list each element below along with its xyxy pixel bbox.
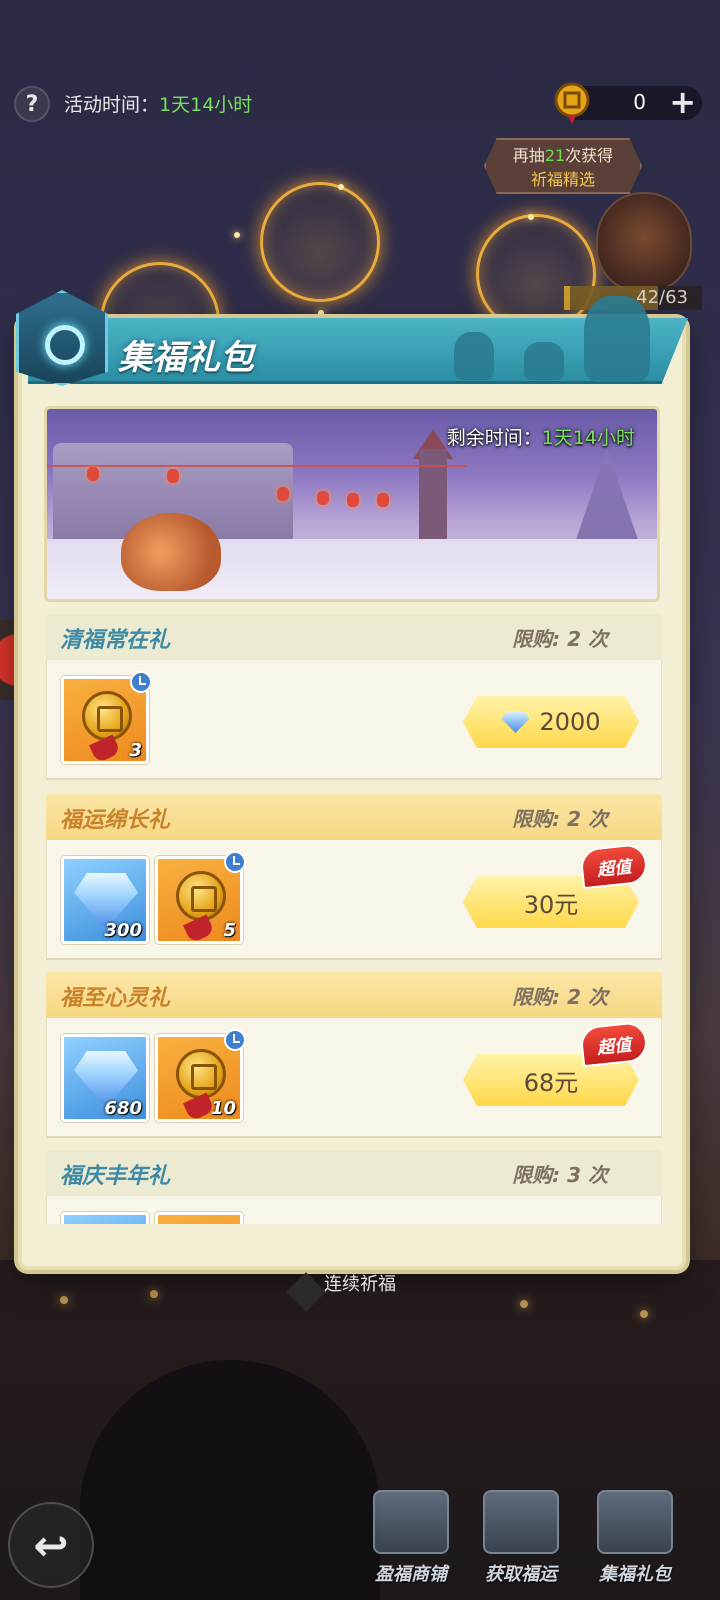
offer-header: 清福常在礼 限购: 2 次 bbox=[46, 614, 662, 660]
offer-name: 福运绵长礼 bbox=[60, 808, 171, 833]
shop-chest-icon bbox=[373, 1490, 449, 1554]
event-time-label: 活动时间： bbox=[64, 94, 160, 116]
offer-name: 清福常在礼 bbox=[60, 628, 171, 653]
value-badge: 超值 bbox=[579, 842, 649, 890]
clock-icon bbox=[224, 851, 246, 873]
price-label: 2000 bbox=[539, 708, 601, 736]
banner-lantern bbox=[377, 493, 389, 507]
draw-reward-tip: 再抽21次获得 祈福精选 bbox=[484, 138, 642, 194]
price-label: 30元 bbox=[523, 890, 579, 919]
banner-mascot bbox=[121, 513, 221, 591]
draw-tip-suffix: 次获得 bbox=[565, 146, 614, 165]
offer-body: 3 2000 bbox=[46, 660, 662, 780]
header-decoration bbox=[444, 296, 684, 386]
price-label: 68元 bbox=[523, 1068, 579, 1097]
currency-amount: 0 bbox=[633, 90, 646, 114]
panel-title: 集福礼包 bbox=[118, 338, 254, 378]
offer-item[interactable]: 5 bbox=[155, 851, 246, 944]
sparkle bbox=[338, 184, 344, 190]
banner-lantern bbox=[277, 487, 289, 501]
offer-fuqing: 福庆丰年礼 限购: 3 次 bbox=[46, 1150, 662, 1224]
banner-lantern bbox=[347, 493, 359, 507]
nav-label: 获取福运 bbox=[485, 1564, 557, 1585]
nav-shop[interactable]: 盈福商铺 bbox=[356, 1490, 466, 1590]
clock-icon bbox=[130, 671, 152, 693]
lucky-coin-icon bbox=[176, 1049, 226, 1099]
offer-name: 福庆丰年礼 bbox=[60, 1164, 171, 1189]
event-time-value: 1天14小时 bbox=[159, 94, 253, 116]
item-qty: 5 bbox=[223, 920, 236, 941]
item-qty: 3 bbox=[129, 740, 142, 761]
add-currency-button[interactable]: + bbox=[669, 86, 696, 118]
currency-bar: 0 + bbox=[554, 82, 702, 124]
item-qty: 10 bbox=[210, 1098, 236, 1119]
offer-limit: 限购: 2 次 bbox=[512, 627, 608, 651]
offer-item[interactable]: 680 bbox=[61, 1034, 149, 1122]
offer-name: 福至心灵礼 bbox=[60, 986, 171, 1011]
offer-item[interactable]: 10 bbox=[155, 1029, 246, 1122]
eye-icon bbox=[45, 325, 85, 365]
remaining-time-label: 剩余时间： bbox=[446, 427, 542, 449]
offer-header: 福庆丰年礼 限购: 3 次 bbox=[46, 1150, 662, 1196]
sparkle bbox=[318, 310, 324, 316]
lucky-coin-icon bbox=[554, 82, 590, 124]
nav-label: 盈福商铺 bbox=[375, 1564, 447, 1585]
buy-button[interactable]: 2000 bbox=[463, 696, 639, 748]
continuous-pray-label[interactable]: 连续祈福 bbox=[0, 1270, 720, 1296]
offer-item[interactable] bbox=[61, 1212, 149, 1224]
event-banner: 剩余时间：1天14小时 bbox=[44, 406, 660, 602]
offer-header: 福运绵长礼 限购: 2 次 bbox=[46, 794, 662, 840]
offer-item[interactable]: 300 bbox=[61, 856, 149, 944]
lucky-coin-icon bbox=[82, 691, 132, 741]
clock-icon bbox=[224, 1029, 246, 1051]
sparkle bbox=[234, 232, 240, 238]
offer-qingfu: 清福常在礼 限购: 2 次 3 2000 bbox=[46, 614, 662, 780]
draw-tip-prefix: 再抽 bbox=[512, 146, 545, 165]
offer-limit: 限购: 2 次 bbox=[512, 985, 608, 1009]
nav-label: 集福礼包 bbox=[599, 1564, 671, 1585]
remaining-time: 剩余时间：1天14小时 bbox=[447, 423, 635, 450]
banner-lantern-string bbox=[47, 465, 467, 467]
diamond-icon bbox=[501, 711, 530, 733]
offer-body: 680 10 68元 超值 bbox=[46, 1018, 662, 1138]
banner-lantern bbox=[317, 491, 329, 505]
nav-get-luck[interactable]: 获取福运 bbox=[466, 1490, 576, 1590]
value-badge: 超值 bbox=[579, 1020, 649, 1068]
reward-lantern[interactable] bbox=[596, 192, 692, 292]
lucky-coin-icon bbox=[176, 871, 226, 921]
offer-limit: 限购: 3 次 bbox=[512, 1163, 608, 1187]
sparkle bbox=[528, 214, 534, 220]
offer-header: 福至心灵礼 限购: 2 次 bbox=[46, 972, 662, 1018]
item-qty: 300 bbox=[104, 920, 142, 941]
draw-tip-reward: 祈福精选 bbox=[530, 170, 595, 189]
banner-lantern bbox=[87, 467, 99, 481]
offer-limit: 限购: 2 次 bbox=[512, 807, 608, 831]
gift-box-icon bbox=[597, 1490, 673, 1554]
floating-bubble bbox=[260, 182, 380, 302]
remaining-time-value: 1天14小时 bbox=[541, 427, 635, 449]
help-button[interactable]: ? bbox=[14, 86, 50, 122]
banner-lantern bbox=[167, 469, 179, 483]
offer-fuyun: 福运绵长礼 限购: 2 次 300 5 30元 超值 bbox=[46, 794, 662, 960]
item-qty: 680 bbox=[104, 1098, 142, 1119]
event-time: 活动时间：1天14小时 bbox=[64, 90, 252, 117]
draw-tip-count: 21 bbox=[544, 146, 566, 165]
offer-body bbox=[46, 1196, 662, 1224]
offer-item[interactable]: 3 bbox=[61, 671, 152, 764]
book-icon bbox=[483, 1490, 559, 1554]
offer-body: 300 5 30元 超值 bbox=[46, 840, 662, 960]
back-button[interactable]: ↩ bbox=[8, 1502, 94, 1588]
offer-item[interactable] bbox=[155, 1212, 243, 1224]
offer-fuzhi: 福至心灵礼 限购: 2 次 680 10 68元 超值 bbox=[46, 972, 662, 1138]
nav-gift-pack[interactable]: 集福礼包 bbox=[580, 1490, 690, 1590]
